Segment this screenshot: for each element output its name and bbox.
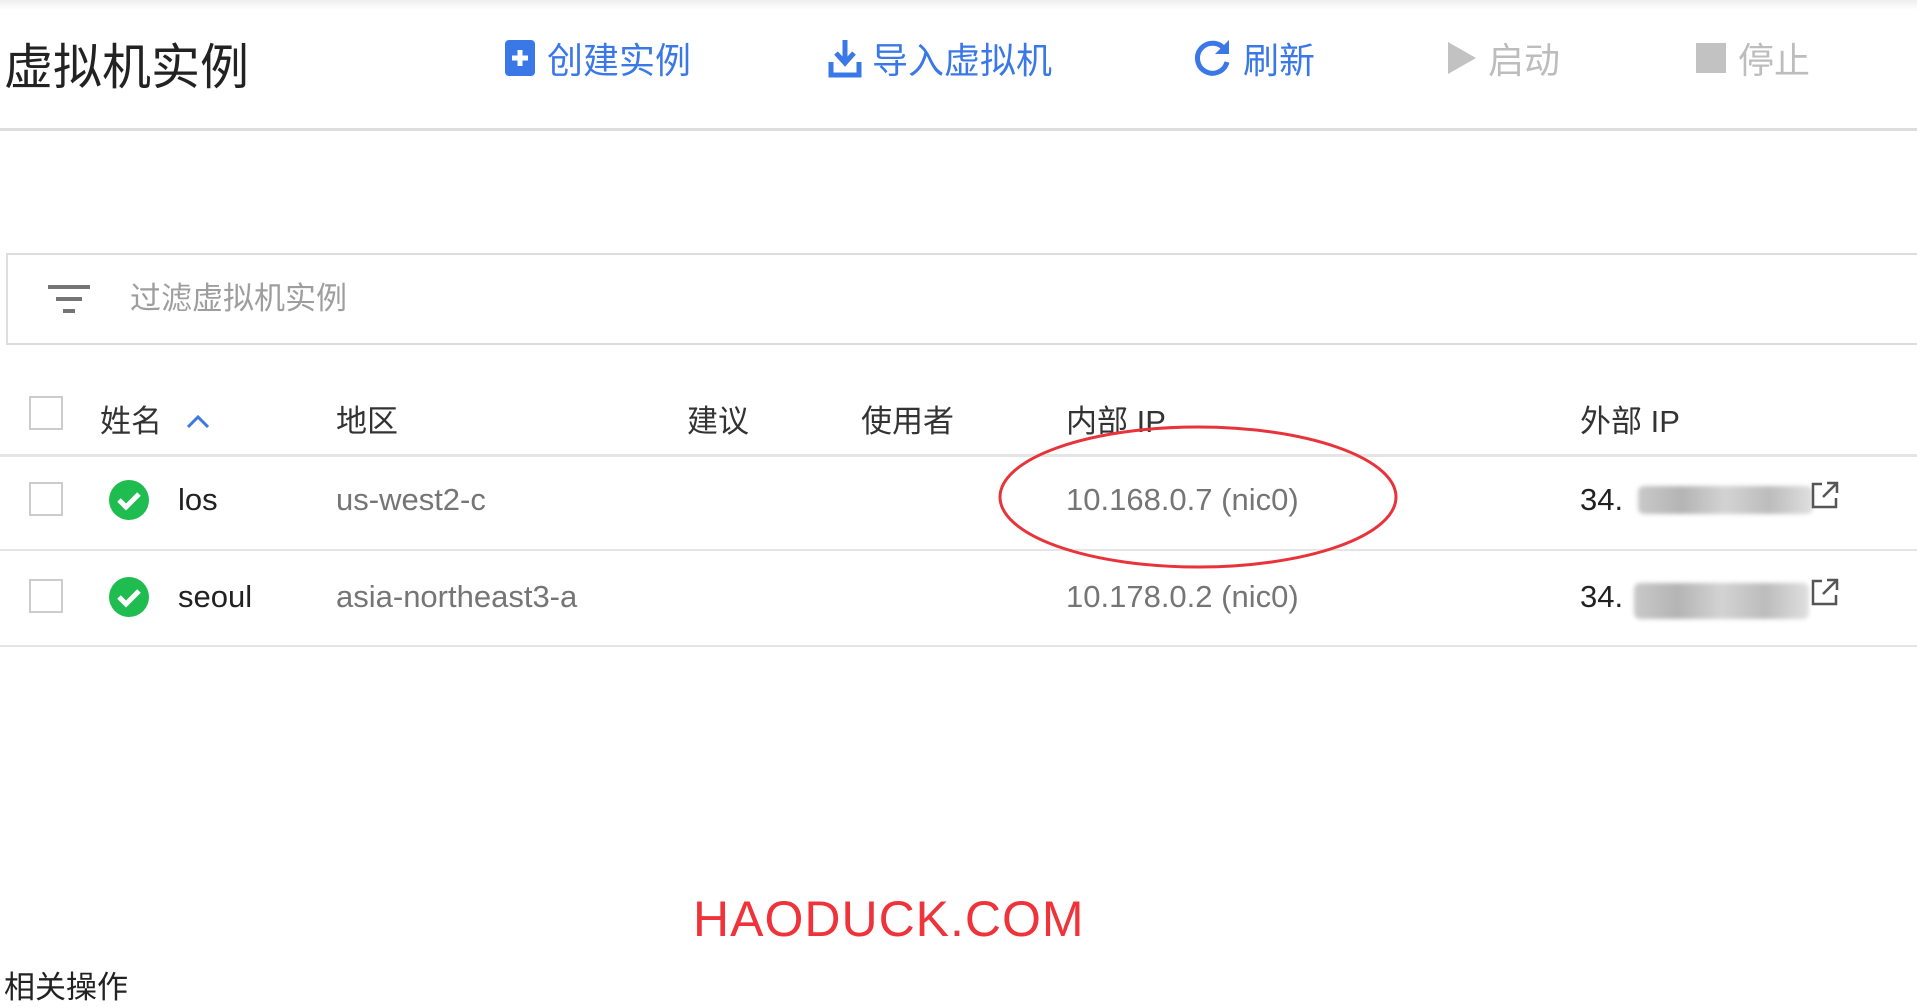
start-button[interactable]: 启动 bbox=[1446, 36, 1560, 81]
instance-name-link[interactable]: los bbox=[178, 482, 218, 518]
header-divider bbox=[0, 128, 1917, 131]
row-checkbox[interactable] bbox=[29, 482, 63, 516]
download-icon bbox=[828, 40, 862, 78]
filter-input[interactable] bbox=[130, 281, 1530, 317]
instance-zone: asia-northeast3-a bbox=[336, 579, 578, 614]
play-icon bbox=[1448, 42, 1476, 74]
stop-icon bbox=[1696, 43, 1726, 73]
import-vm-button[interactable]: 导入虚拟机 bbox=[828, 36, 1052, 81]
select-all-checkbox[interactable] bbox=[29, 396, 63, 430]
add-box-icon bbox=[505, 40, 535, 76]
row-checkbox[interactable] bbox=[29, 579, 63, 613]
row-divider bbox=[0, 549, 1917, 551]
column-zone: 地区 bbox=[336, 404, 398, 439]
status-running-icon bbox=[109, 480, 149, 520]
external-link-icon[interactable] bbox=[1810, 480, 1840, 510]
watermark: HAODUCK.COM bbox=[693, 891, 1085, 947]
instance-zone: us-west2-c bbox=[336, 482, 486, 517]
external-ip: 34. bbox=[1580, 579, 1624, 614]
sort-up-icon bbox=[186, 414, 209, 429]
refresh-icon bbox=[1194, 40, 1230, 76]
column-suggestion: 建议 bbox=[687, 404, 749, 439]
row-divider bbox=[0, 645, 1917, 647]
status-running-icon bbox=[109, 577, 149, 617]
table-header-divider bbox=[0, 454, 1917, 457]
refresh-button[interactable]: 刷新 bbox=[1193, 36, 1315, 81]
related-actions-heading: 相关操作 bbox=[4, 970, 128, 1005]
redacted-ip-blur bbox=[1638, 486, 1813, 514]
red-ellipse-annotation bbox=[998, 425, 1398, 569]
filter-icon bbox=[48, 285, 90, 313]
redacted-ip-blur bbox=[1634, 583, 1809, 619]
column-external-ip: 外部 IP bbox=[1580, 404, 1680, 439]
external-link-icon[interactable] bbox=[1810, 577, 1840, 607]
stop-button[interactable]: 停止 bbox=[1694, 36, 1810, 81]
external-ip: 34. bbox=[1580, 482, 1624, 517]
column-name-sort[interactable]: 姓名 bbox=[100, 396, 211, 441]
top-shadow bbox=[0, 0, 1917, 10]
column-user: 使用者 bbox=[861, 404, 954, 439]
instance-name-link[interactable]: seoul bbox=[178, 579, 252, 615]
filter-bar bbox=[6, 253, 1917, 345]
internal-ip: 10.178.0.2 (nic0) bbox=[1066, 579, 1299, 614]
create-instance-button[interactable]: 创建实例 bbox=[503, 36, 691, 81]
page-title: 虚拟机实例 bbox=[4, 41, 250, 95]
